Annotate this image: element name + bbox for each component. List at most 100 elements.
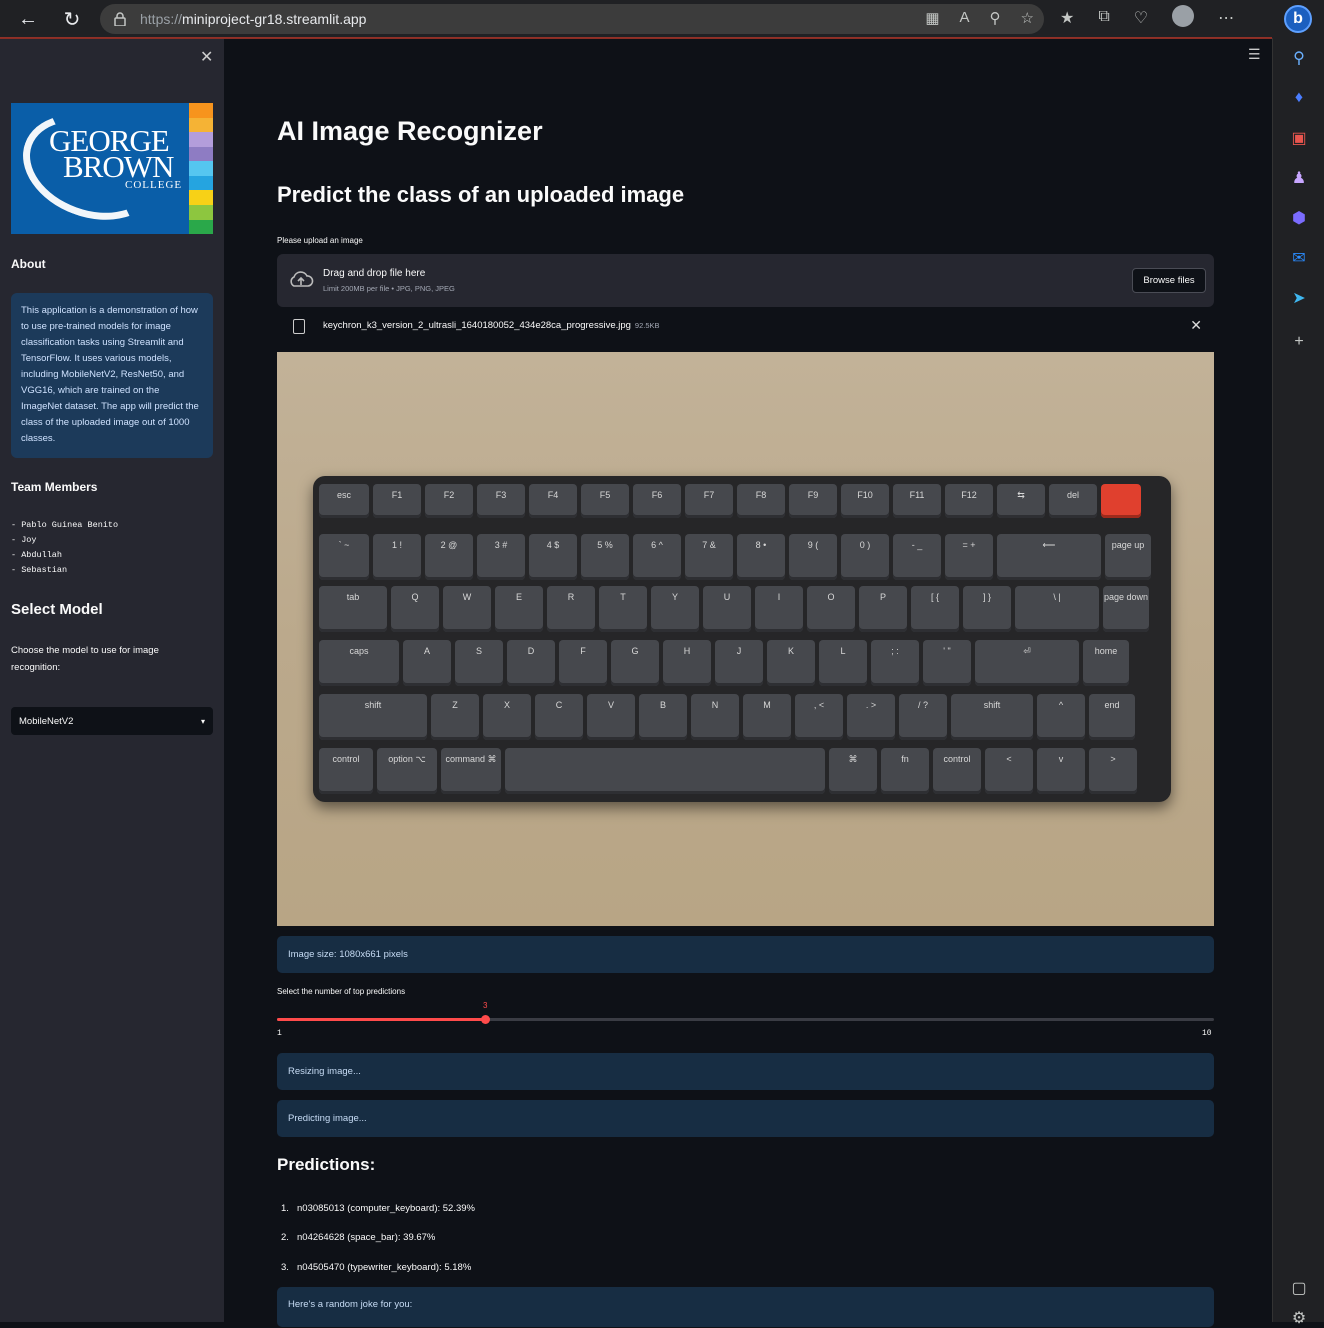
keyboard-key: F5	[581, 484, 629, 518]
prediction-item: 2. n04264628 (space_bar): 39.67%	[281, 1232, 436, 1243]
close-icon[interactable]: ✕	[200, 47, 213, 67]
prediction-item: 1. n03085013 (computer_keyboard): 52.39%	[281, 1203, 475, 1214]
keyboard-key: X	[483, 694, 531, 740]
keyboard-key: F7	[685, 484, 733, 518]
upload-label: Please upload an image	[277, 236, 363, 245]
dropzone-text: Drag and drop file here	[323, 268, 426, 279]
keyboard-key: / ?	[899, 694, 947, 740]
predictions-heading: Predictions:	[277, 1155, 376, 1174]
keyboard-key: control	[319, 748, 373, 794]
keyboard-key: 4 $	[529, 534, 577, 580]
keyboard-key: ⇆	[997, 484, 1045, 518]
main-menu-icon[interactable]: ☰	[1248, 46, 1261, 63]
tools-briefcase-icon[interactable]: ▣	[1289, 128, 1309, 148]
slider-thumb[interactable]	[481, 1015, 491, 1024]
keyboard-key: shift	[319, 694, 427, 740]
keyboard-key: S	[455, 640, 503, 686]
add-icon[interactable]: +	[1289, 332, 1309, 352]
file-dropzone[interactable]: Drag and drop file here Limit 200MB per …	[277, 254, 1214, 307]
keyboard-key: R	[547, 586, 595, 632]
model-select[interactable]: MobileNetV2 ▾	[11, 707, 213, 735]
image-size-info: Image size: 1080x661 pixels	[277, 936, 1214, 973]
keyboard-key: esc	[319, 484, 369, 518]
keyboard-key: F10	[841, 484, 889, 518]
uploaded-image: esc F1 F2 F3 F4 F5 F6 F7 F8 F9 F10 F11 F12 ⇆ del ` ~1 !…	[277, 352, 1214, 926]
keyboard-key: E	[495, 586, 543, 632]
shopping-tag-icon[interactable]: ♦	[1289, 88, 1309, 108]
keyboard-key: D	[507, 640, 555, 686]
bing-copilot-icon[interactable]: b	[1284, 5, 1312, 33]
keyboard-key: F3	[477, 484, 525, 518]
keyboard-key: O	[807, 586, 855, 632]
keyboard-key: v	[1037, 748, 1085, 794]
keyboard-key: caps	[319, 640, 399, 686]
keyboard-key: command ⌘	[441, 748, 501, 794]
keyboard-key: ; :	[871, 640, 919, 686]
keyboard-key: V	[587, 694, 635, 740]
microsoft365-icon[interactable]: ⬢	[1289, 208, 1309, 228]
more-options-icon[interactable]: ⋯	[1218, 8, 1234, 28]
app-available-icon[interactable]: ▦	[925, 9, 939, 27]
keyboard-key: ` ~	[319, 534, 369, 580]
keyboard-key: [ {	[911, 586, 959, 632]
favorites-icon[interactable]: ★	[1060, 8, 1074, 28]
keyboard-key: J	[715, 640, 763, 686]
keyboard-key: option ⌥	[377, 748, 437, 794]
keyboard-key: >	[1089, 748, 1137, 794]
keyboard-key: 2 @	[425, 534, 473, 580]
keyboard-key: 7 &	[685, 534, 733, 580]
reload-icon[interactable]: ↻	[54, 1, 90, 37]
keyboard-key: F11	[893, 484, 941, 518]
keyboard-key: 6 ^	[633, 534, 681, 580]
collections-icon[interactable]: ⧉	[1098, 8, 1109, 28]
keyboard-key: fn	[881, 748, 929, 794]
slider-max: 10	[1202, 1029, 1212, 1038]
outlook-icon[interactable]: ✉	[1289, 248, 1309, 268]
team-heading: Team Members	[11, 480, 98, 494]
keyboard-key: page up	[1105, 534, 1151, 580]
settings-icon[interactable]: ⚙	[1289, 1308, 1309, 1328]
keyboard-photo: esc F1 F2 F3 F4 F5 F6 F7 F8 F9 F10 F11 F12 ⇆ del ` ~1 !…	[313, 476, 1171, 802]
browser-essentials-icon[interactable]: ♡	[1134, 8, 1148, 28]
keyboard-key: ⌘	[829, 748, 877, 794]
model-select-value: MobileNetV2	[19, 715, 74, 727]
send-icon[interactable]: ➤	[1289, 288, 1309, 308]
team-member: - Sebastian	[11, 565, 68, 575]
address-bar[interactable]: https://miniproject-gr18.streamlit.app ▦…	[100, 4, 1044, 34]
keyboard-key: 0 )	[841, 534, 889, 580]
george-brown-logo: GEORGE BROWN COLLEGE	[11, 103, 213, 234]
keyboard-key: G	[611, 640, 659, 686]
split-screen-icon[interactable]: ▢	[1289, 1278, 1309, 1298]
browse-files-button[interactable]: Browse files	[1132, 268, 1206, 293]
status-resizing: Resizing image...	[277, 1053, 1214, 1090]
keyboard-key: B	[639, 694, 687, 740]
slider-min: 1	[277, 1029, 282, 1038]
joke-box: Here's a random joke for you:	[277, 1287, 1214, 1327]
team-member: - Pablo Guinea Benito	[11, 520, 119, 530]
upload-cloud-icon	[290, 271, 314, 287]
profile-avatar-icon[interactable]	[1172, 5, 1195, 27]
keyboard-key: ' "	[923, 640, 971, 686]
slider-value: 3	[482, 1001, 488, 1010]
keyboard-key: page down	[1103, 586, 1149, 632]
keyboard-key: <	[985, 748, 1033, 794]
chevron-down-icon: ▾	[200, 716, 205, 726]
keyboard-key: Q	[391, 586, 439, 632]
team-list: - Pablo Guinea Benito - Joy - Abdullah -…	[11, 518, 118, 578]
team-member: - Abdullah	[11, 550, 63, 560]
remove-file-icon[interactable]: ✕	[1190, 317, 1202, 334]
favorite-star-icon[interactable]: ☆	[1021, 9, 1034, 27]
games-icon[interactable]: ♟	[1289, 168, 1309, 188]
read-aloud-icon[interactable]: A	[960, 9, 970, 27]
keyboard-key: ⟵	[997, 534, 1101, 580]
keyboard-key: 5 %	[581, 534, 629, 580]
top-predictions-slider[interactable]: 3	[277, 1001, 1214, 1024]
keyboard-key: 9 (	[789, 534, 837, 580]
zoom-icon[interactable]: ⚲	[990, 9, 1001, 27]
keyboard-key: T	[599, 586, 647, 632]
keyboard-key: F2	[425, 484, 473, 518]
search-icon[interactable]: ⚲	[1289, 48, 1309, 68]
back-icon[interactable]: ←	[10, 1, 46, 37]
keyboard-key: C	[535, 694, 583, 740]
keyboard-key: W	[443, 586, 491, 632]
